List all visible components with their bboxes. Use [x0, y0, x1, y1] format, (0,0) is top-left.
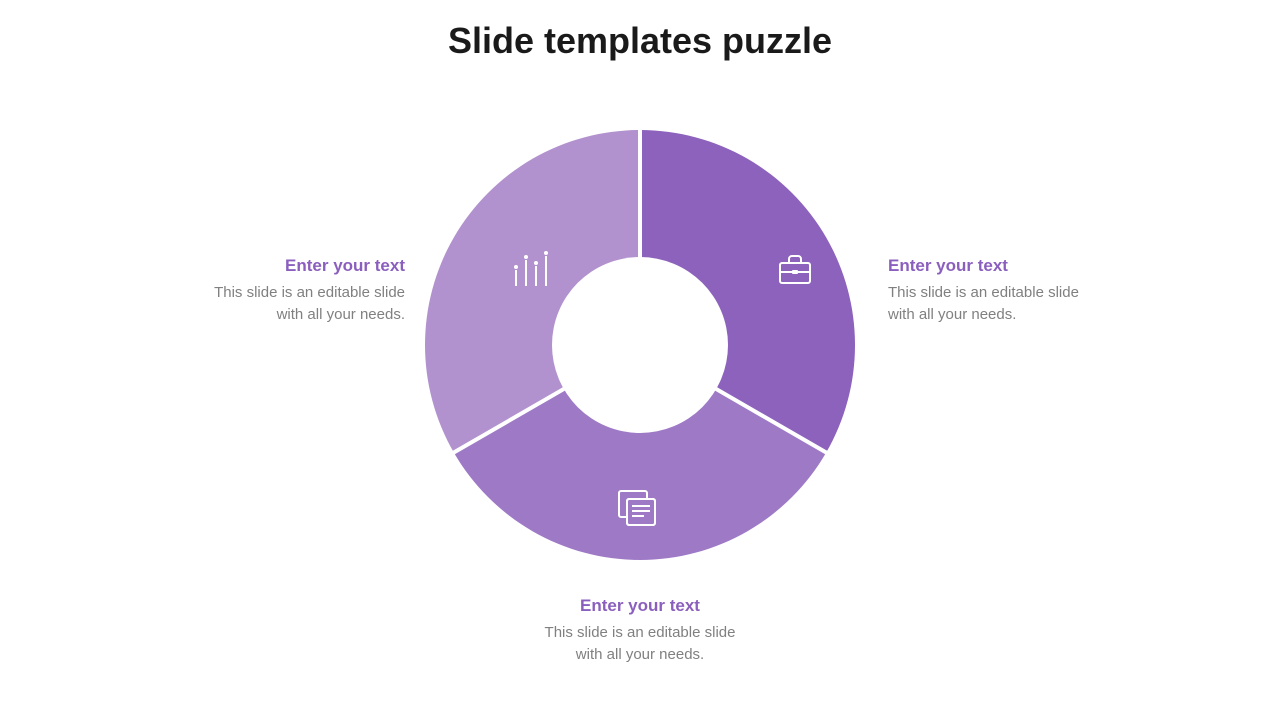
- label-bottom: Enter your text This slide is an editabl…: [540, 596, 740, 666]
- label-top-right-body: This slide is an editable slide with all…: [888, 282, 1088, 326]
- slide-canvas: Slide templates puzzle: [0, 0, 1280, 720]
- label-bottom-body: This slide is an editable slide with all…: [540, 622, 740, 666]
- label-top-left: Enter your text This slide is an editabl…: [205, 256, 405, 326]
- slide-title: Slide templates puzzle: [0, 20, 1280, 62]
- label-top-right: Enter your text This slide is an editabl…: [888, 256, 1088, 326]
- donut-hole: [552, 257, 728, 433]
- label-top-left-title: Enter your text: [205, 256, 405, 276]
- label-bottom-title: Enter your text: [540, 596, 740, 616]
- puzzle-donut: [420, 125, 860, 565]
- label-top-left-body: This slide is an editable slide with all…: [205, 282, 405, 326]
- label-top-right-title: Enter your text: [888, 256, 1088, 276]
